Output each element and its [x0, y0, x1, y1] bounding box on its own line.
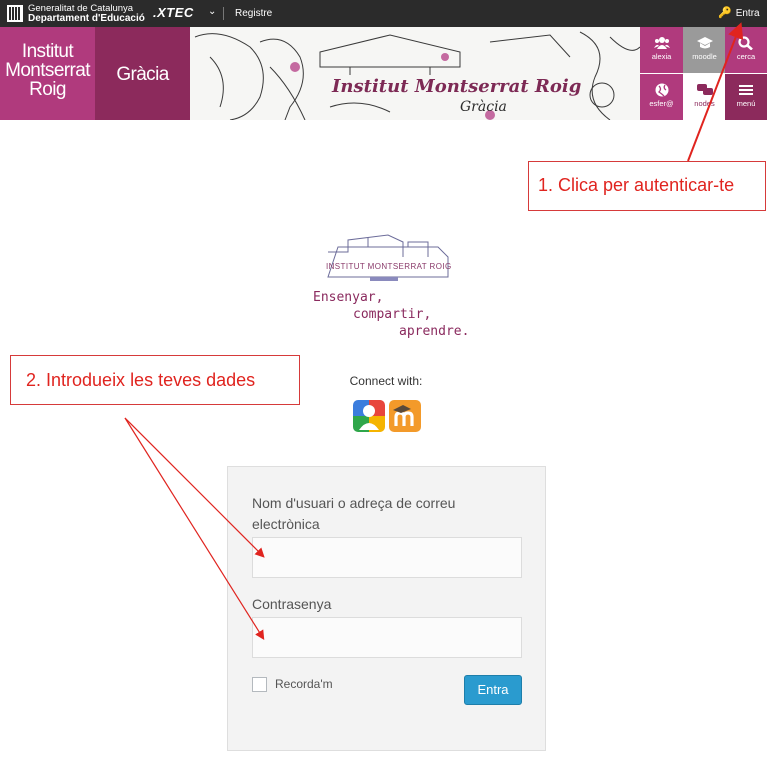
chevron-down-icon[interactable]: ⌄: [208, 6, 216, 17]
banner-drawing: [194, 31, 640, 120]
annotation-step1: 1. Clica per autenticar-te: [528, 161, 766, 211]
generalitat-logo-icon: [7, 5, 23, 22]
annotation-step2-text: 2. Introdueix les teves dades: [26, 370, 256, 390]
search-icon: [738, 36, 753, 50]
banner-subtitle: Gràcia: [460, 99, 507, 115]
login-link-label: Entra: [735, 8, 760, 19]
tile-cerca[interactable]: cerca: [725, 27, 767, 73]
tile-label: moodle: [692, 52, 717, 61]
institute-name-line: Roig: [29, 79, 66, 100]
district-block[interactable]: Gràcia: [95, 27, 190, 120]
menu-icon: [739, 85, 753, 95]
logo-name: INSTITUT MONTSERRAT ROIG: [326, 262, 452, 271]
tile-label: menú: [736, 99, 756, 108]
password-label: Contrasenya: [252, 596, 332, 612]
tile-label: alexia: [651, 52, 672, 61]
annotation-step1-text: 1. Clica per autenticar-te: [538, 175, 735, 195]
password-input[interactable]: [252, 617, 522, 658]
login-link[interactable]: 🔑 Entra: [718, 6, 760, 19]
graduation-cap-icon: [696, 37, 713, 49]
divider: [223, 7, 224, 20]
tile-label: esfer@: [649, 99, 674, 108]
globe-icon: [655, 83, 668, 97]
institute-name-line: Montserrat: [5, 60, 90, 81]
google-icon[interactable]: [353, 400, 385, 432]
tile-menu[interactable]: menú: [725, 74, 767, 120]
tile-label: nodes: [694, 99, 715, 108]
district-label: Gràcia: [116, 64, 169, 85]
registre-link[interactable]: Registre: [235, 8, 272, 19]
gencat-line2: Departament d'Educació: [28, 13, 145, 24]
slogan-line: Ensenyar,: [313, 290, 384, 305]
slogan-line: compartir,: [353, 307, 432, 322]
connect-with-label: Connect with:: [349, 374, 423, 388]
tile-moodle[interactable]: moodle: [683, 27, 726, 73]
tile-esfera[interactable]: esfer@: [640, 74, 683, 120]
tile-nodes[interactable]: nodes: [683, 74, 726, 120]
login-submit-button[interactable]: Entra: [464, 675, 522, 705]
top-bar: Generalitat de Catalunya Departament d'E…: [0, 0, 767, 27]
tile-alexia[interactable]: alexia: [640, 27, 683, 73]
moodle-icon[interactable]: [389, 400, 421, 432]
users-icon: [653, 37, 670, 49]
institute-name-block[interactable]: Institut Montserrat Roig: [0, 27, 95, 120]
username-input[interactable]: [252, 537, 522, 578]
gencat-label[interactable]: Generalitat de Catalunya Departament d'E…: [28, 4, 145, 24]
institute-name-line: Institut: [21, 41, 74, 62]
username-label: Nom d'usuari o adreça de correu electròn…: [252, 495, 456, 532]
site-header: Institut Montserrat Roig Gràcia Institut…: [0, 27, 767, 120]
remember-me-label[interactable]: Recorda'm: [275, 677, 333, 691]
logo-building-icon: [327, 234, 449, 281]
slogan-line: aprendre.: [399, 324, 470, 339]
annotation-step2: 2. Introdueix les teves dades: [10, 355, 300, 405]
xtec-link[interactable]: .XTEC: [153, 5, 194, 20]
chat-icon: [696, 84, 713, 95]
remember-me-checkbox[interactable]: [252, 677, 267, 692]
key-icon: 🔑: [718, 7, 732, 19]
banner-title: Institut Montserrat Roig: [332, 76, 582, 97]
tile-label: cerca: [736, 52, 756, 61]
header-banner: Institut Montserrat Roig Gràcia: [190, 27, 640, 120]
